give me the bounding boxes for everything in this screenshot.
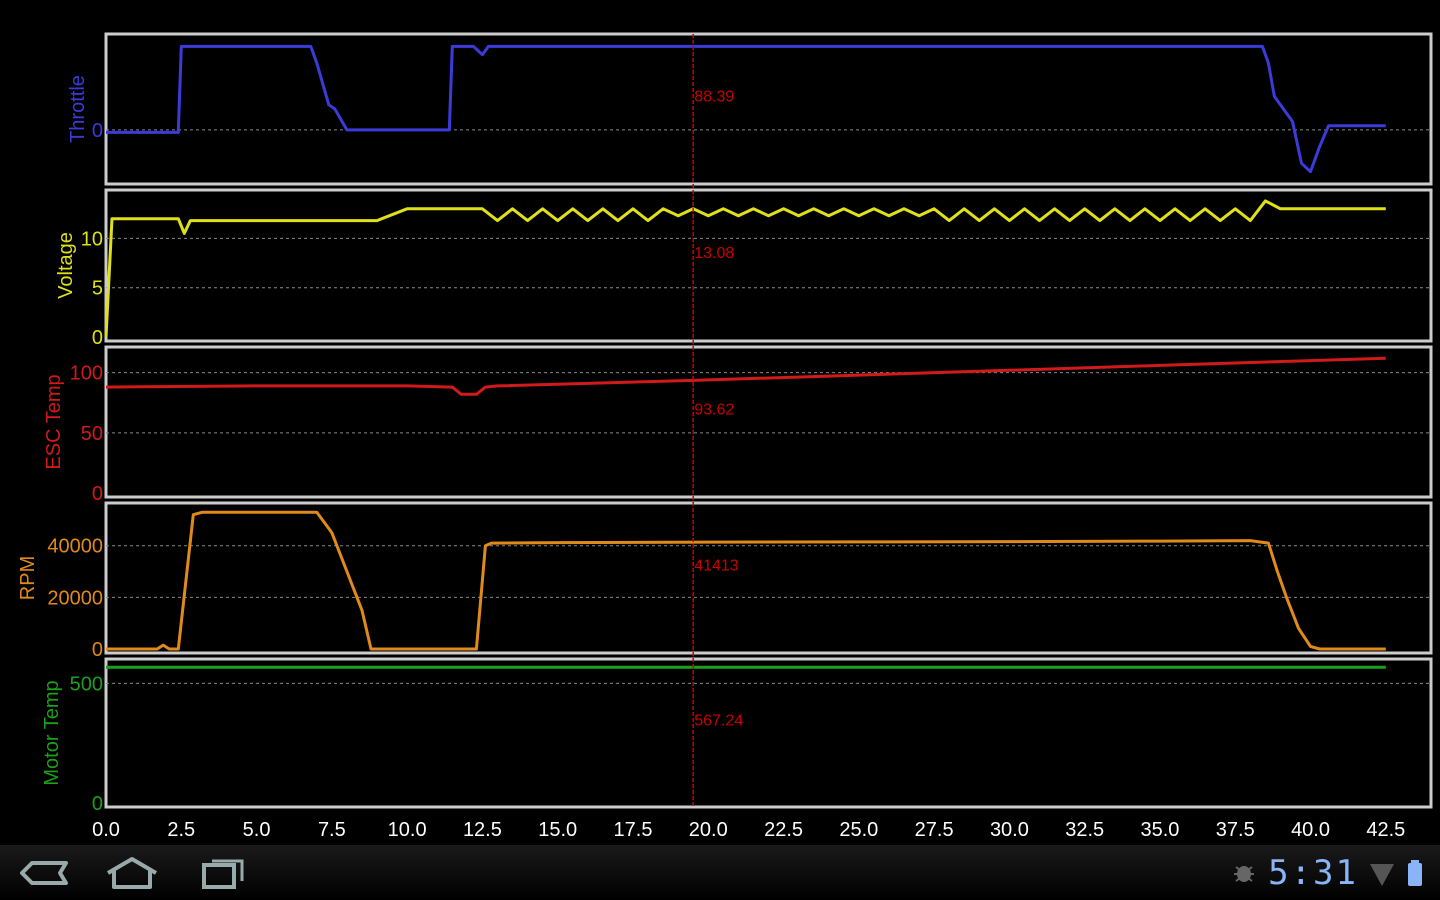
voltage-cursor-value: 13.08 <box>694 245 734 262</box>
battery-icon <box>1408 860 1422 886</box>
motor-temp-axis-label: Motor Temp <box>41 680 63 785</box>
xtick-label: 10.0 <box>388 819 427 841</box>
xtick-label: 40.0 <box>1291 819 1330 841</box>
motor-temp-panel-frame <box>104 657 1433 809</box>
voltage-ytick-label: 5 <box>92 278 103 300</box>
xtick-label: 32.5 <box>1065 819 1104 841</box>
xtick-label: 12.5 <box>463 819 502 841</box>
voltage-ytick-label: 10 <box>81 228 103 250</box>
xtick-label: 5.0 <box>243 819 271 841</box>
voltage-axis-label: Voltage <box>55 232 77 299</box>
home-button[interactable] <box>102 853 162 893</box>
recent-apps-icon <box>202 859 244 889</box>
rpm-cursor-value: 41413 <box>694 558 739 575</box>
chart-svg: 0Throttle 88.390510Voltage 13.08050100ESC … <box>17 32 1433 841</box>
system-nav-bar: 5:31 <box>0 845 1440 900</box>
signal-icon <box>1370 864 1394 886</box>
clock: 5:31 <box>1268 853 1358 893</box>
esc-temp-axis-label: ESC Temp <box>43 374 65 469</box>
xtick-label: 17.5 <box>614 819 653 841</box>
usb-debug-icon <box>1234 866 1255 882</box>
xtick-label: 42.5 <box>1366 819 1405 841</box>
status-area: 5:31 <box>1230 853 1424 893</box>
motor-temp-ytick-label: 0 <box>92 793 103 815</box>
back-button[interactable] <box>14 853 74 893</box>
xtick-label: 0.0 <box>92 819 120 841</box>
esc-temp-ytick-label: 0 <box>92 483 103 505</box>
esc-temp-cursor-value: 93.62 <box>694 402 734 419</box>
xtick-label: 35.0 <box>1141 819 1180 841</box>
throttle-cursor-value: 88.39 <box>694 89 734 106</box>
rpm-ytick-label: 20000 <box>47 587 103 609</box>
rpm-ytick-label: 0 <box>92 639 103 661</box>
throttle-panel-frame <box>104 32 1433 186</box>
xtick-label: 27.5 <box>915 819 954 841</box>
xtick-label: 20.0 <box>689 819 728 841</box>
motor-temp-cursor-value: 567.24 <box>694 713 743 730</box>
xtick-label: 2.5 <box>167 819 195 841</box>
xtick-label: 22.5 <box>764 819 803 841</box>
esc-temp-panel-frame <box>104 345 1433 499</box>
rpm-ytick-label: 40000 <box>47 536 103 558</box>
recent-apps-button[interactable] <box>192 853 252 893</box>
xtick-label: 25.0 <box>839 819 878 841</box>
voltage-ytick-label: 0 <box>92 327 103 349</box>
back-icon <box>20 861 68 885</box>
rpm-panel-frame <box>104 501 1433 655</box>
esc-temp-ytick-label: 100 <box>70 363 103 385</box>
xtick-label: 7.5 <box>318 819 346 841</box>
telemetry-chart: 0 Throttle 88.39 0 5 10 Voltage 13.08 0 50 100 ESC … <box>0 0 1440 845</box>
xtick-label: 30.0 <box>990 819 1029 841</box>
motor-temp-ytick-label: 500 <box>70 673 103 695</box>
throttle-axis-label: Throttle <box>67 75 89 143</box>
home-icon <box>106 857 158 889</box>
esc-temp-ytick-label: 50 <box>81 423 103 445</box>
throttle-ytick-label: 0 <box>92 120 103 142</box>
xtick-label: 37.5 <box>1216 819 1255 841</box>
xtick-label: 15.0 <box>538 819 577 841</box>
rpm-axis-label: RPM <box>17 556 39 600</box>
